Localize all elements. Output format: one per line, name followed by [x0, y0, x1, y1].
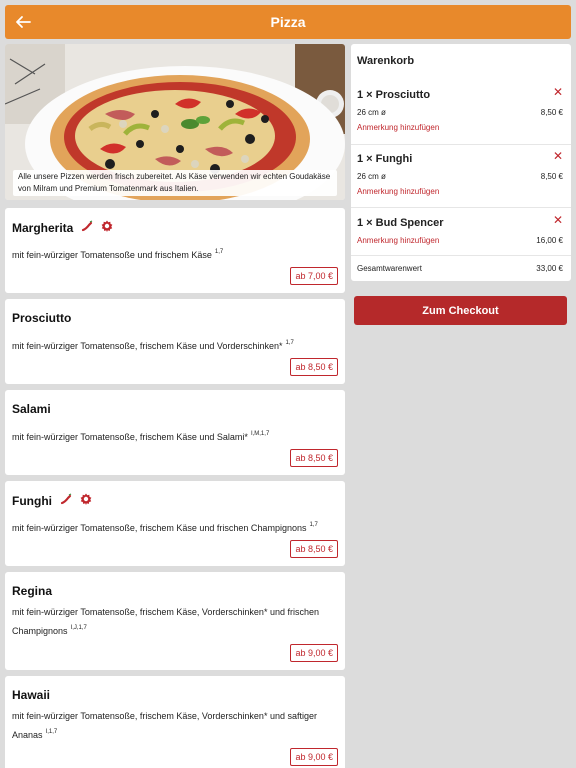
product-card[interactable]: Prosciutto mit fein-würziger Tomatensoße,…	[5, 299, 345, 384]
product-description: mit fein-würziger Tomatensoße, frischem …	[12, 517, 331, 536]
product-description-text: mit fein-würziger Tomatensoße, frischem …	[12, 432, 248, 442]
price-button[interactable]: ab 9,00 €	[290, 748, 338, 766]
divider	[351, 144, 571, 145]
add-note-link[interactable]: Anmerkung hinzufügen	[357, 187, 439, 196]
total-label: Gesamtwarenwert	[357, 264, 422, 273]
close-icon[interactable]: ✕	[553, 213, 563, 227]
arrow-left-icon[interactable]	[13, 12, 33, 32]
hero-banner: Alle unsere Pizzen werden frisch zuberei…	[5, 44, 345, 200]
cart-item-name: 1 × Bud Spencer	[357, 217, 444, 229]
product-description-text: mit fein-würziger Tomatensoße, frischem …	[12, 607, 319, 636]
price-button[interactable]: ab 8,50 €	[290, 449, 338, 467]
product-description: mit fein-würziger Tomatensoße, frischem …	[12, 604, 331, 639]
product-name-text: Regina	[12, 584, 53, 598]
allergen-codes: 1,7	[214, 249, 224, 255]
product-name: Funghi	[12, 493, 92, 508]
cart-item-price: 16,00 €	[536, 236, 563, 245]
product-card[interactable]: Funghi mit fein-würziger Tomatensoße, fri…	[5, 481, 345, 566]
cart-panel: Warenkorb 1 × Prosciutto ✕ 26 cm ø 8,50 …	[351, 44, 571, 281]
product-name: Prosciutto	[12, 311, 71, 325]
divider	[351, 207, 571, 208]
product-card[interactable]: Regina mit fein-würziger Tomatensoße, fri…	[5, 572, 345, 670]
product-list: Alle unsere Pizzen werden frisch zuberei…	[5, 44, 345, 768]
veggie-badge-icon	[80, 493, 92, 508]
divider	[351, 255, 571, 256]
close-icon[interactable]: ✕	[553, 149, 563, 163]
add-note-link[interactable]: Anmerkung hinzufügen	[357, 123, 439, 132]
app-header: Pizza	[5, 5, 571, 39]
product-name-text: Prosciutto	[12, 311, 72, 325]
close-icon[interactable]: ✕	[553, 85, 563, 99]
product-name-text: Hawaii	[12, 688, 51, 702]
allergen-codes: 1,7	[309, 522, 318, 528]
product-name: Margherita	[12, 220, 113, 235]
product-name: Regina	[12, 584, 52, 598]
cart-item-price: 8,50 €	[540, 108, 563, 117]
product-description-text: mit fein-würziger Tomatensoße, frischem …	[12, 341, 283, 351]
product-description: mit fein-würziger Tomatensoße, frischem …	[12, 426, 331, 445]
page-title: Pizza	[270, 14, 306, 30]
chili-icon	[60, 493, 72, 508]
product-name-text: Salami	[12, 402, 51, 416]
product-description-text: mit fein-würziger Tomatensoße, frischem …	[12, 523, 307, 533]
product-description-text: mit fein-würziger Tomatensoße, frischem …	[12, 711, 317, 740]
product-description-text: mit fein-würziger Tomatensoße und frisch…	[12, 250, 212, 260]
product-description: mit fein-würziger Tomatensoße, frischem …	[12, 335, 331, 354]
cart-item-size: 26 cm ø	[357, 108, 386, 117]
price-button[interactable]: ab 8,50 €	[290, 540, 338, 558]
price-button[interactable]: ab 7,00 €	[290, 267, 338, 285]
product-name-text: Margherita	[12, 220, 74, 235]
cart-item-name: 1 × Funghi	[357, 153, 413, 165]
allergen-codes: I,M,1,7	[250, 431, 270, 437]
cart-title: Warenkorb	[357, 55, 415, 67]
product-name: Hawaii	[12, 688, 50, 702]
product-description: mit fein-würziger Tomatensoße, frischem …	[12, 708, 331, 743]
checkout-button[interactable]: Zum Checkout	[354, 296, 567, 325]
product-card[interactable]: Margherita mit fein-würziger Tomatensoße …	[5, 208, 345, 293]
product-name: Salami	[12, 402, 51, 416]
total-value: 33,00 €	[536, 264, 563, 273]
allergen-codes: 1,7	[285, 340, 294, 346]
allergen-codes: I,J,1,7	[70, 625, 87, 631]
product-description: mit fein-würziger Tomatensoße und frisch…	[12, 244, 331, 263]
product-card[interactable]: Hawaii mit fein-würziger Tomatensoße, fri…	[5, 676, 345, 768]
cart-item-name: 1 × Prosciutto	[357, 89, 431, 101]
allergen-codes: I,1,7	[45, 729, 58, 735]
chili-icon	[81, 220, 93, 235]
product-name-text: Funghi	[12, 493, 52, 508]
veggie-badge-icon	[101, 220, 113, 235]
price-button[interactable]: ab 9,00 €	[290, 644, 338, 662]
cart-item-size: 26 cm ø	[357, 172, 386, 181]
hero-caption: Alle unsere Pizzen werden frisch zuberei…	[13, 170, 337, 196]
product-card[interactable]: Salami mit fein-würziger Tomatensoße, fri…	[5, 390, 345, 475]
price-button[interactable]: ab 8,50 €	[290, 358, 338, 376]
add-note-link[interactable]: Anmerkung hinzufügen	[357, 236, 439, 245]
cart-item-price: 8,50 €	[540, 172, 563, 181]
